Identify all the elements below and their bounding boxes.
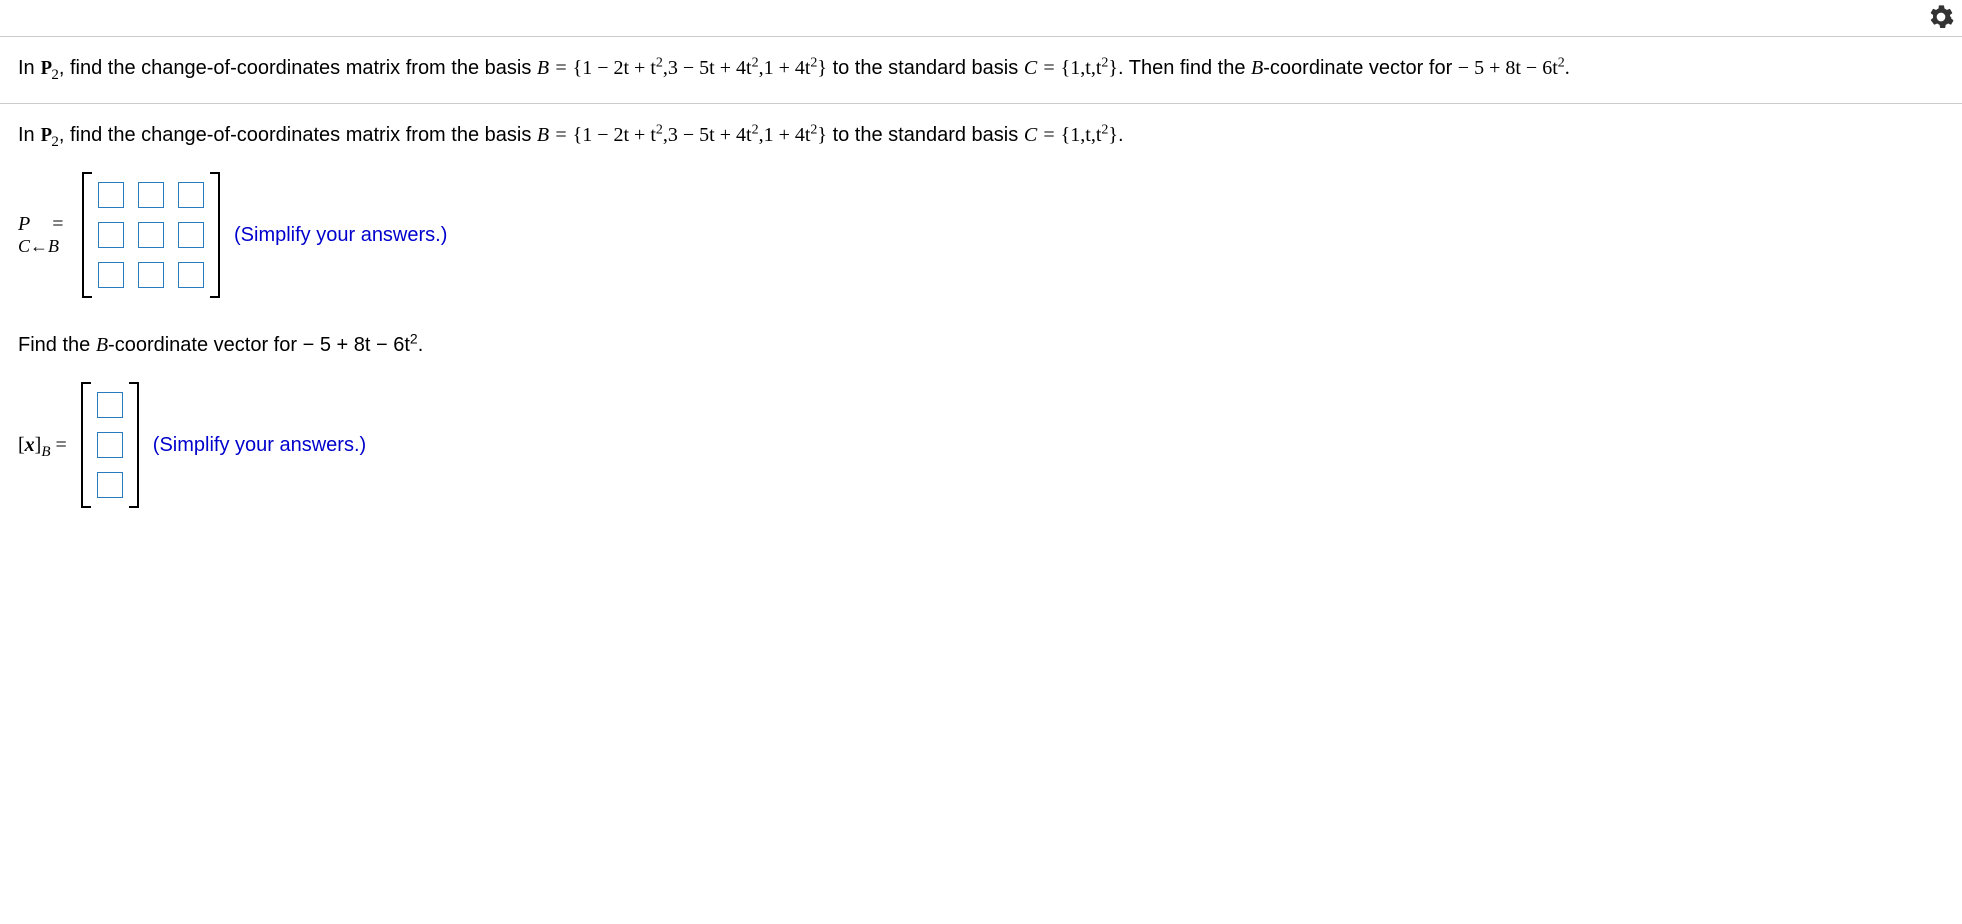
simplify-hint-1: (Simplify your answers.) [234,216,447,254]
vector-3x1 [81,382,139,508]
part2-prompt: Find the B-coordinate vector for − 5 + 8… [18,326,1944,364]
matrix-cell-0-1[interactable] [138,182,164,208]
matrix-cell-0-0[interactable] [98,182,124,208]
intro-text: In P2, find the change-of-coordinates ma… [18,57,1570,79]
matrix-cell-1-0[interactable] [98,222,124,248]
matrix-answer-row: P = C←B (Simplify your answers.) [18,172,1944,298]
vector-cell-0[interactable] [97,392,123,418]
bracket-right [210,172,220,298]
bracket-left [81,382,91,508]
bracket-right [129,382,139,508]
vector-lhs: [x]B = [18,426,67,464]
matrix-3x3 [82,172,220,298]
matrix-cell-1-1[interactable] [138,222,164,248]
part1-prompt: In P2, find the change-of-coordinates ma… [18,116,1944,154]
simplify-hint-2: (Simplify your answers.) [153,426,366,464]
problem-intro: In P2, find the change-of-coordinates ma… [0,37,1962,104]
matrix-cell-2-2[interactable] [178,262,204,288]
matrix-cell-0-2[interactable] [178,182,204,208]
vector-cell-2[interactable] [97,472,123,498]
header-bar [0,0,1962,37]
matrix-cell-2-0[interactable] [98,262,124,288]
bracket-left [82,172,92,298]
vector-cell-1[interactable] [97,432,123,458]
matrix-lhs: P = C←B [18,212,68,258]
gear-icon[interactable] [1928,4,1954,30]
matrix-cell-1-2[interactable] [178,222,204,248]
matrix-cell-2-1[interactable] [138,262,164,288]
part1: In P2, find the change-of-coordinates ma… [0,104,1962,524]
vector-answer-row: [x]B = (Simplify your answers.) [18,382,1944,508]
